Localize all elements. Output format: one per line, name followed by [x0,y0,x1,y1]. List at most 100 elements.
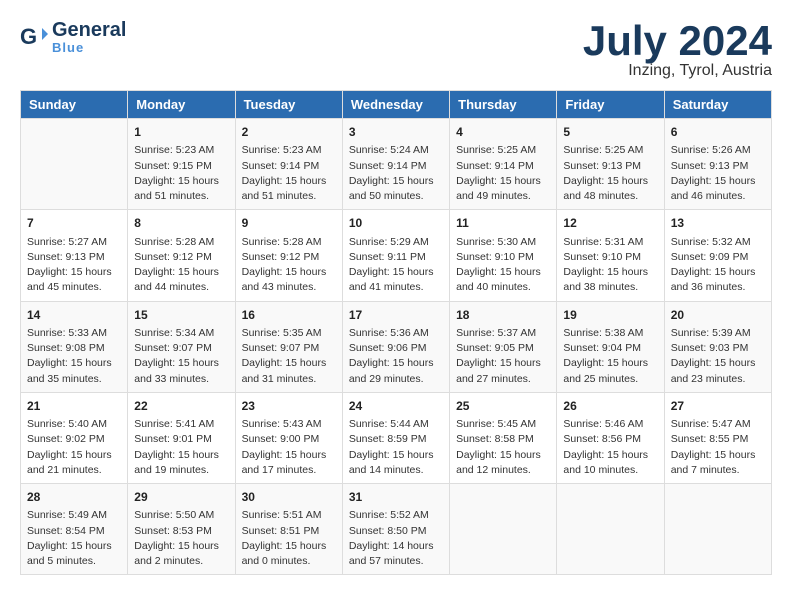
day-info: Sunrise: 5:28 AMSunset: 9:12 PMDaylight:… [134,235,228,296]
calendar-cell: 26 Sunrise: 5:46 AMSunset: 8:56 PMDayligh… [557,392,664,483]
day-info: Sunrise: 5:30 AMSunset: 9:10 PMDaylight:… [456,235,550,296]
calendar-cell: 25 Sunrise: 5:45 AMSunset: 8:58 PMDayligh… [450,392,557,483]
calendar-week-row: 14Sunrise: 5:33 AMSunset: 9:08 PMDayligh… [21,301,772,392]
calendar-cell [21,119,128,210]
calendar-title: July 2024 [583,20,772,62]
day-info: Sunrise: 5:34 AMSunset: 9:07 PMDaylight:… [134,326,228,387]
calendar-cell [557,484,664,575]
day-info: Sunrise: 5:46 AMSunset: 8:56 PMDaylight:… [563,417,657,478]
day-info: Sunrise: 5:52 AMSunset: 8:50 PMDaylight:… [349,508,443,569]
header-sunday: Sunday [21,91,128,119]
day-number: 28 [27,489,121,506]
header-tuesday: Tuesday [235,91,342,119]
calendar-week-row: 21 Sunrise: 5:40 AMSunset: 9:02 PMDayligh… [21,392,772,483]
calendar-cell: 7Sunrise: 5:27 AMSunset: 9:13 PMDaylight… [21,210,128,301]
calendar-week-row: 7Sunrise: 5:27 AMSunset: 9:13 PMDaylight… [21,210,772,301]
day-number: 25 [456,398,550,415]
day-info: Sunrise: 5:38 AMSunset: 9:04 PMDaylight:… [563,326,657,387]
calendar-cell: 9 Sunrise: 5:28 AMSunset: 9:12 PMDaylight… [235,210,342,301]
day-info: Sunrise: 5:28 AMSunset: 9:12 PMDaylight:… [242,235,336,296]
day-info: Sunrise: 5:31 AMSunset: 9:10 PMDaylight:… [563,235,657,296]
svg-text:G: G [20,24,37,49]
day-number: 21 [27,398,121,415]
day-number: 5 [563,124,657,141]
calendar-cell: 13Sunrise: 5:32 AMSunset: 9:09 PMDayligh… [664,210,771,301]
day-info: Sunrise: 5:41 AMSunset: 9:01 PMDaylight:… [134,417,228,478]
calendar-cell: 16 Sunrise: 5:35 AMSunset: 9:07 PMDayligh… [235,301,342,392]
day-number: 3 [349,124,443,141]
calendar-week-row: 1Sunrise: 5:23 AMSunset: 9:15 PMDaylight… [21,119,772,210]
day-number: 30 [242,489,336,506]
day-number: 14 [27,307,121,324]
calendar-cell: 8 Sunrise: 5:28 AMSunset: 9:12 PMDaylight… [128,210,235,301]
day-info: Sunrise: 5:49 AMSunset: 8:54 PMDaylight:… [27,508,121,569]
calendar-cell: 28 Sunrise: 5:49 AMSunset: 8:54 PMDayligh… [21,484,128,575]
day-info: Sunrise: 5:23 AMSunset: 9:15 PMDaylight:… [134,143,228,204]
day-info: Sunrise: 5:44 AMSunset: 8:59 PMDaylight:… [349,417,443,478]
day-number: 18 [456,307,550,324]
title-block: July 2024 Inzing, Tyrol, Austria [583,20,772,80]
calendar-cell: 27 Sunrise: 5:47 AMSunset: 8:55 PMDayligh… [664,392,771,483]
calendar-cell: 30 Sunrise: 5:51 AMSunset: 8:51 PMDayligh… [235,484,342,575]
day-number: 6 [671,124,765,141]
logo-general: General [52,19,126,41]
day-info: Sunrise: 5:37 AMSunset: 9:05 PMDaylight:… [456,326,550,387]
day-info: Sunrise: 5:43 AMSunset: 9:00 PMDaylight:… [242,417,336,478]
day-number: 24 [349,398,443,415]
day-number: 11 [456,215,550,232]
calendar-cell: 24 Sunrise: 5:44 AMSunset: 8:59 PMDayligh… [342,392,449,483]
calendar-cell [664,484,771,575]
day-info: Sunrise: 5:25 AMSunset: 9:13 PMDaylight:… [563,143,657,204]
calendar-cell: 11 Sunrise: 5:30 AMSunset: 9:10 PMDayligh… [450,210,557,301]
day-number: 20 [671,307,765,324]
calendar-cell: 15 Sunrise: 5:34 AMSunset: 9:07 PMDayligh… [128,301,235,392]
day-info: Sunrise: 5:45 AMSunset: 8:58 PMDaylight:… [456,417,550,478]
day-number: 2 [242,124,336,141]
header-friday: Friday [557,91,664,119]
day-number: 17 [349,307,443,324]
day-number: 9 [242,215,336,232]
calendar-cell: 20 Sunrise: 5:39 AMSunset: 9:03 PMDayligh… [664,301,771,392]
calendar-subtitle: Inzing, Tyrol, Austria [583,62,772,80]
calendar-cell: 23 Sunrise: 5:43 AMSunset: 9:00 PMDayligh… [235,392,342,483]
calendar-cell: 14Sunrise: 5:33 AMSunset: 9:08 PMDayligh… [21,301,128,392]
calendar-cell [450,484,557,575]
day-info: Sunrise: 5:40 AMSunset: 9:02 PMDaylight:… [27,417,121,478]
day-number: 10 [349,215,443,232]
calendar-cell: 18 Sunrise: 5:37 AMSunset: 9:05 PMDayligh… [450,301,557,392]
day-info: Sunrise: 5:23 AMSunset: 9:14 PMDaylight:… [242,143,336,204]
calendar-cell: 19Sunrise: 5:38 AMSunset: 9:04 PMDayligh… [557,301,664,392]
calendar-cell: 12 Sunrise: 5:31 AMSunset: 9:10 PMDayligh… [557,210,664,301]
day-info: Sunrise: 5:50 AMSunset: 8:53 PMDaylight:… [134,508,228,569]
calendar-cell: 31Sunrise: 5:52 AMSunset: 8:50 PMDayligh… [342,484,449,575]
calendar-cell: 3Sunrise: 5:24 AMSunset: 9:14 PMDaylight… [342,119,449,210]
day-number: 15 [134,307,228,324]
calendar-cell: 10 Sunrise: 5:29 AMSunset: 9:11 PMDayligh… [342,210,449,301]
page-header: G General Blue July 2024 Inzing, Tyrol, … [20,20,772,80]
day-number: 27 [671,398,765,415]
calendar-cell: 5 Sunrise: 5:25 AMSunset: 9:13 PMDaylight… [557,119,664,210]
day-info: Sunrise: 5:35 AMSunset: 9:07 PMDaylight:… [242,326,336,387]
header-saturday: Saturday [664,91,771,119]
day-number: 29 [134,489,228,506]
day-number: 16 [242,307,336,324]
day-info: Sunrise: 5:36 AMSunset: 9:06 PMDaylight:… [349,326,443,387]
logo: G General Blue [20,20,126,55]
day-number: 22 [134,398,228,415]
calendar-cell: 21 Sunrise: 5:40 AMSunset: 9:02 PMDayligh… [21,392,128,483]
calendar-cell: 6 Sunrise: 5:26 AMSunset: 9:13 PMDaylight… [664,119,771,210]
day-number: 26 [563,398,657,415]
day-info: Sunrise: 5:26 AMSunset: 9:13 PMDaylight:… [671,143,765,204]
day-number: 8 [134,215,228,232]
calendar-cell: 1Sunrise: 5:23 AMSunset: 9:15 PMDaylight… [128,119,235,210]
day-info: Sunrise: 5:47 AMSunset: 8:55 PMDaylight:… [671,417,765,478]
logo-icon: G [20,24,48,52]
day-info: Sunrise: 5:29 AMSunset: 9:11 PMDaylight:… [349,235,443,296]
day-info: Sunrise: 5:51 AMSunset: 8:51 PMDaylight:… [242,508,336,569]
day-number: 23 [242,398,336,415]
calendar-cell: 17 Sunrise: 5:36 AMSunset: 9:06 PMDayligh… [342,301,449,392]
calendar-cell: 29 Sunrise: 5:50 AMSunset: 8:53 PMDayligh… [128,484,235,575]
day-info: Sunrise: 5:39 AMSunset: 9:03 PMDaylight:… [671,326,765,387]
day-number: 13 [671,215,765,232]
day-number: 12 [563,215,657,232]
